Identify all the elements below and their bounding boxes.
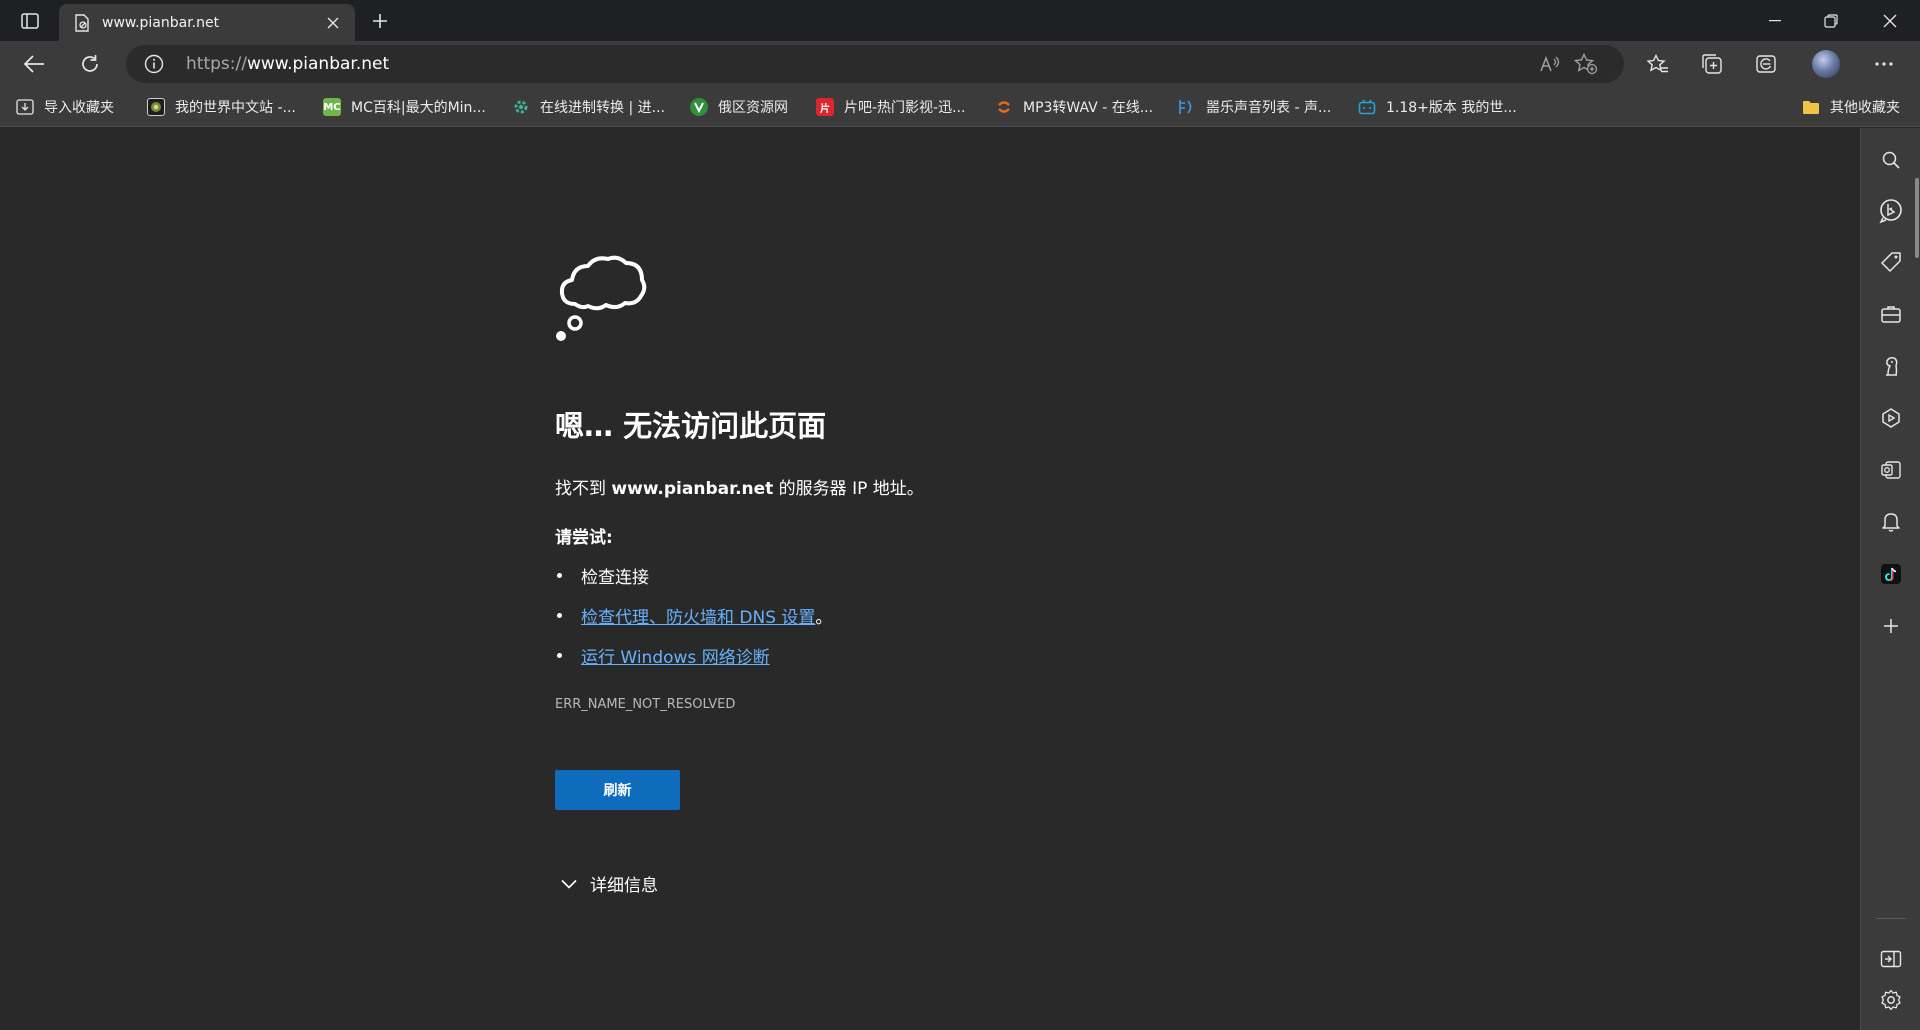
microsoft-365-icon[interactable] (1877, 404, 1905, 432)
other-favorites-folder[interactable]: 其他收藏夹 (1802, 94, 1900, 120)
favorite-item[interactable]: 俄区资源网 (690, 94, 788, 120)
page-error-icon (72, 13, 92, 33)
tab-title: www.pianbar.net (102, 14, 220, 31)
url-scheme: https:// (186, 54, 247, 74)
minecraft-site-favicon (147, 98, 165, 116)
favorite-item[interactable]: MC MC百科|最大的Min... (323, 94, 486, 120)
add-sidebar-app-plus-icon[interactable] (1877, 612, 1905, 640)
minimize-icon[interactable] (1747, 0, 1803, 41)
sound-list-favicon (1178, 98, 1196, 116)
notifications-bell-icon[interactable] (1877, 508, 1905, 536)
edge-sidebar (1860, 128, 1920, 1030)
favorite-label: 俄区资源网 (718, 100, 788, 116)
check-proxy-suffix: 。 (815, 608, 833, 628)
add-favorite-star-icon[interactable] (1572, 50, 1600, 78)
favorite-label: 在线进制转换 | 进... (540, 100, 665, 116)
favorite-label: 片吧-热门影视-迅... (844, 100, 966, 116)
check-proxy-link[interactable]: 检查代理、防火墙和 DNS 设置 (581, 603, 815, 628)
hide-sidebar-icon[interactable] (1877, 945, 1905, 973)
error-heading: 嗯… 无法访问此页面 (555, 409, 827, 443)
address-bar[interactable]: https://www.pianbar.net (126, 45, 1624, 83)
resource-favicon (690, 98, 708, 116)
tools-briefcase-icon[interactable] (1877, 300, 1905, 328)
other-favorites-label: 其他收藏夹 (1830, 100, 1900, 116)
read-aloud-icon[interactable] (1536, 50, 1564, 78)
favorites-star-icon[interactable] (1640, 46, 1676, 82)
bullet (557, 653, 562, 658)
shopping-tag-icon[interactable] (1877, 248, 1905, 276)
suggestion-item: 检查代理、防火墙和 DNS 设置。 (555, 603, 832, 628)
address-url: https://www.pianbar.net (186, 54, 389, 74)
search-icon[interactable] (1877, 146, 1905, 174)
refresh-button[interactable]: 刷新 (555, 770, 680, 810)
more-options-ellipsis-icon[interactable] (1866, 46, 1902, 82)
favorites-bar: 导入收藏夹 我的世界中文站 -... MC MC百科|最大的Min... 在线进… (0, 87, 1920, 127)
error-code: ERR_NAME_NOT_RESOLVED (555, 697, 736, 712)
bullet (557, 573, 562, 578)
import-favorites-icon (16, 98, 34, 116)
favorite-label: 1.18+版本 我的世... (1386, 100, 1517, 116)
tiktok-icon[interactable] (1877, 560, 1905, 588)
sidebar-settings-gear-icon[interactable] (1877, 986, 1905, 1014)
pianba-favicon: 片 (816, 98, 834, 116)
favorite-item[interactable]: 导入收藏夹 (16, 94, 114, 120)
thought-cloud-icon (555, 252, 649, 348)
try-label: 请尝试: (555, 528, 613, 548)
back-arrow-icon[interactable] (16, 46, 52, 82)
favorite-item[interactable]: 在线进制转换 | 进... (512, 94, 665, 120)
gear-favicon (512, 98, 530, 116)
network-diagnostics-link[interactable]: 运行 Windows 网络诊断 (581, 643, 770, 668)
desc-prefix: 找不到 (555, 479, 612, 499)
url-host: www.pianbar.net (246, 54, 390, 74)
favorite-item[interactable]: MP3转WAV - 在线... (995, 94, 1153, 120)
outlook-icon[interactable] (1877, 456, 1905, 484)
favorite-item[interactable]: 噐乐声音列表 - 声... (1178, 94, 1331, 120)
site-info-icon[interactable] (144, 54, 164, 74)
error-page: 嗯… 无法访问此页面 找不到 www.pianbar.net 的服务器 IP 地… (0, 128, 1860, 1030)
mcmod-favicon: MC (323, 98, 341, 116)
details-label: 详细信息 (590, 876, 658, 896)
sidebar-divider (1876, 918, 1906, 919)
close-window-icon[interactable] (1862, 0, 1918, 41)
favorite-item[interactable]: 我的世界中文站 -... (147, 94, 296, 120)
error-description: 找不到 www.pianbar.net 的服务器 IP 地址。 (555, 474, 924, 499)
desc-host: www.pianbar.net (611, 479, 774, 499)
tab-actions-menu-icon[interactable] (14, 9, 46, 33)
suggestion-item: 运行 Windows 网络诊断 (555, 643, 770, 668)
title-bar: www.pianbar.net (0, 0, 1920, 41)
favorite-label: MC百科|最大的Min... (351, 100, 486, 116)
bilibili-favicon (1358, 98, 1376, 116)
reload-icon[interactable] (72, 46, 108, 82)
suggestion-item: 检查连接 (555, 563, 649, 588)
favorite-item[interactable]: 片 片吧-热门影视-迅... (816, 94, 965, 120)
details-toggle[interactable]: 详细信息 (560, 871, 658, 896)
navigation-toolbar: https://www.pianbar.net (0, 41, 1920, 87)
collections-icon[interactable] (1694, 46, 1730, 82)
tab-close-icon[interactable] (321, 11, 345, 35)
check-connection-text: 检查连接 (581, 568, 649, 588)
bing-chat-icon[interactable] (1877, 197, 1905, 225)
folder-icon (1802, 98, 1820, 116)
bullet (557, 613, 562, 618)
chevron-down-icon (560, 875, 578, 893)
desc-suffix: 的服务器 IP 地址。 (773, 479, 924, 499)
favorite-label: 导入收藏夹 (44, 100, 114, 116)
profile-avatar[interactable] (1812, 50, 1840, 78)
browser-tab[interactable]: www.pianbar.net (59, 4, 355, 41)
favorite-label: 我的世界中文站 -... (175, 100, 296, 116)
favorite-item[interactable]: 1.18+版本 我的世... (1358, 94, 1517, 120)
converter-favicon (995, 98, 1013, 116)
games-chess-icon[interactable] (1877, 352, 1905, 380)
new-tab-plus-icon[interactable] (366, 7, 394, 35)
favorite-label: 噐乐声音列表 - 声... (1206, 100, 1332, 116)
browser-essentials-icon[interactable] (1748, 46, 1784, 82)
favorite-label: MP3转WAV - 在线... (1023, 100, 1154, 116)
restore-icon[interactable] (1803, 0, 1859, 41)
sidebar-scrollbar[interactable] (1915, 178, 1919, 258)
